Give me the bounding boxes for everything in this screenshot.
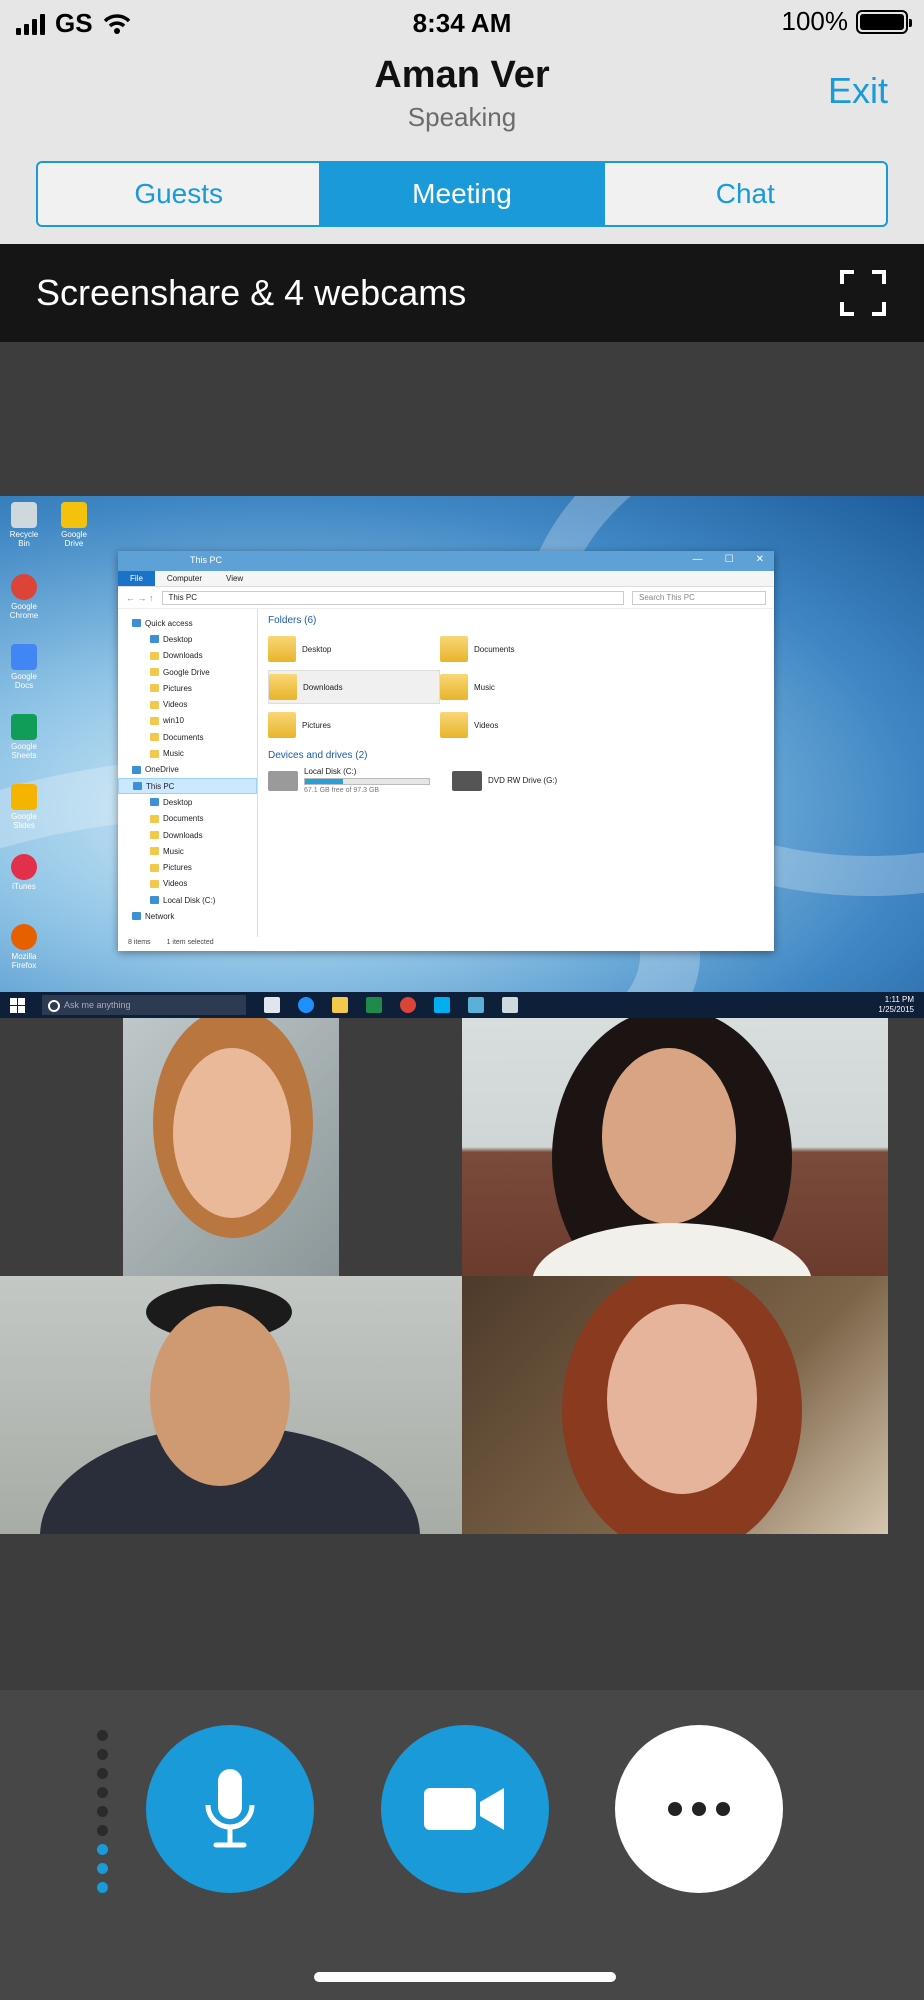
webcam-tile-2[interactable] xyxy=(462,1018,888,1276)
speaker-status: Speaking xyxy=(407,102,517,132)
webcam-tile-1[interactable] xyxy=(123,1018,339,1276)
fullscreen-icon[interactable] xyxy=(840,270,886,316)
battery-icon xyxy=(856,9,912,34)
explorer-nav-pane: Quick access Desktop Downloads Google Dr… xyxy=(118,609,258,937)
google-slides-icon: Google Slides xyxy=(4,784,44,830)
microphone-icon xyxy=(205,1769,255,1848)
chrome-icon: Google Chrome xyxy=(4,574,44,620)
battery-percent: 100% xyxy=(781,6,849,36)
explorer-ribbon: File Computer View xyxy=(118,571,774,587)
video-button[interactable] xyxy=(381,1725,549,1893)
firefox-icon: Mozilla Firefox xyxy=(4,924,44,970)
exit-button[interactable]: Exit xyxy=(828,70,888,112)
close-icon: ✕ xyxy=(755,554,764,565)
share-title-bar: Screenshare & 4 webcams xyxy=(0,244,924,342)
call-controls xyxy=(0,1690,924,2000)
video-camera-icon xyxy=(424,1788,504,1830)
more-icon xyxy=(668,1802,730,1816)
explorer-content: Folders (6) Desktop Documents Downloads … xyxy=(268,615,558,794)
webcam-tile-3[interactable] xyxy=(0,1276,462,1534)
cortana-search: Ask me anything xyxy=(42,995,246,1015)
battery-status: 100% xyxy=(781,6,912,37)
screenshare-view[interactable]: Recycle Bin Google Drive Google Chrome G… xyxy=(0,496,924,1018)
google-docs-icon: Google Docs xyxy=(4,644,44,690)
segmented-tabs: Guests Meeting Chat xyxy=(36,161,888,227)
meeting-stage: Recycle Bin Google Drive Google Chrome G… xyxy=(0,342,924,1690)
google-sheets-icon: Google Sheets xyxy=(4,714,44,760)
audio-level-meter xyxy=(97,1730,108,1893)
home-indicator[interactable] xyxy=(314,1972,616,1982)
more-options-button[interactable] xyxy=(615,1725,783,1893)
windows-taskbar: Ask me anything 1:11 PM 1/25/2015 xyxy=(0,992,924,1018)
taskbar-clock: 1:11 PM 1/25/2015 xyxy=(878,995,914,1014)
google-drive-icon: Google Drive xyxy=(54,502,94,548)
explorer-status-bar: 8 items 1 item selected xyxy=(128,939,214,946)
webcam-tile-4[interactable] xyxy=(462,1276,888,1534)
status-bar: GS 8:34 AM 100% xyxy=(0,0,924,46)
tab-guests[interactable]: Guests xyxy=(38,163,322,225)
tab-meeting[interactable]: Meeting xyxy=(321,163,605,225)
mute-button[interactable] xyxy=(146,1725,314,1893)
call-header: Aman Ver Speaking Exit Guests Meeting Ch… xyxy=(0,46,924,244)
file-explorer-window: This PC — ☐ ✕ File Computer View ← → ↑ Thi… xyxy=(118,551,774,951)
explorer-title: This PC — ☐ ✕ xyxy=(118,551,774,571)
minimize-icon: — xyxy=(692,554,703,565)
maximize-icon: ☐ xyxy=(724,554,734,565)
share-title: Screenshare & 4 webcams xyxy=(36,272,467,313)
windows-start-icon xyxy=(0,992,34,1018)
explorer-address-bar: ← → ↑ This PC Search This PC xyxy=(118,587,774,609)
speaker-name: Aman Ver xyxy=(374,54,550,96)
tab-chat[interactable]: Chat xyxy=(605,163,886,225)
itunes-icon: iTunes xyxy=(4,854,44,891)
recycle-bin-icon: Recycle Bin xyxy=(4,502,44,548)
